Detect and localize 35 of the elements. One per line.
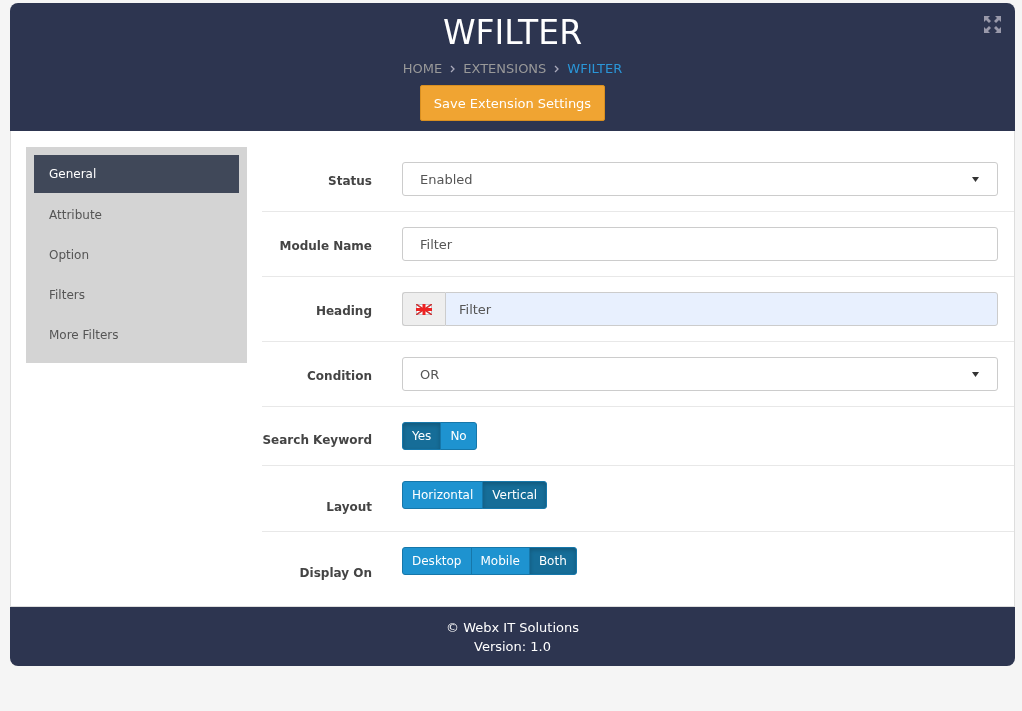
toggle-option[interactable]: Horizontal <box>402 481 484 509</box>
toggle-option[interactable]: Desktop <box>402 547 472 575</box>
toggle-option[interactable]: Both <box>528 547 577 575</box>
chevron-icon <box>450 64 456 73</box>
sidebar-item[interactable]: Attribute <box>34 195 239 235</box>
field-label: Display On <box>298 565 372 582</box>
select-field[interactable]: OR <box>402 357 998 391</box>
flag-icon <box>416 303 432 315</box>
input-field[interactable]: Filter <box>445 292 998 326</box>
version-text: Version: 1.0 <box>473 638 552 656</box>
toggle-option[interactable]: No <box>440 422 477 450</box>
expand-icon[interactable] <box>984 16 1001 33</box>
breadcrumb-link[interactable]: EXTENSIONS <box>463 61 547 76</box>
page-title: WFILTER <box>442 13 583 53</box>
field-label: Status <box>327 173 372 190</box>
toggle-option[interactable]: Yes <box>402 422 442 450</box>
input-field[interactable]: Filter <box>402 227 998 261</box>
field-label: Condition <box>306 368 372 385</box>
field-label: Layout <box>325 499 372 516</box>
field-label: Module Name <box>278 238 372 255</box>
breadcrumb-link[interactable]: HOME <box>402 61 443 76</box>
field-label: Search Keyword <box>262 432 372 449</box>
copyright-text: © Webx IT Solutions <box>445 619 580 637</box>
sidebar-item[interactable]: Filters <box>34 275 239 315</box>
caret-icon <box>972 371 979 377</box>
sidebar-item[interactable]: General <box>34 155 239 193</box>
breadcrumb-link[interactable]: WFILTER <box>567 61 623 76</box>
caret-icon <box>972 176 979 182</box>
select-field[interactable]: Enabled <box>402 162 998 196</box>
toggle-option[interactable]: Vertical <box>482 481 548 509</box>
field-label: Heading <box>314 303 372 320</box>
sidebar-item[interactable]: Option <box>34 235 239 275</box>
toggle-option[interactable]: Mobile <box>470 547 530 575</box>
sidebar-item[interactable]: More Filters <box>34 315 239 355</box>
chevron-icon <box>554 64 560 73</box>
